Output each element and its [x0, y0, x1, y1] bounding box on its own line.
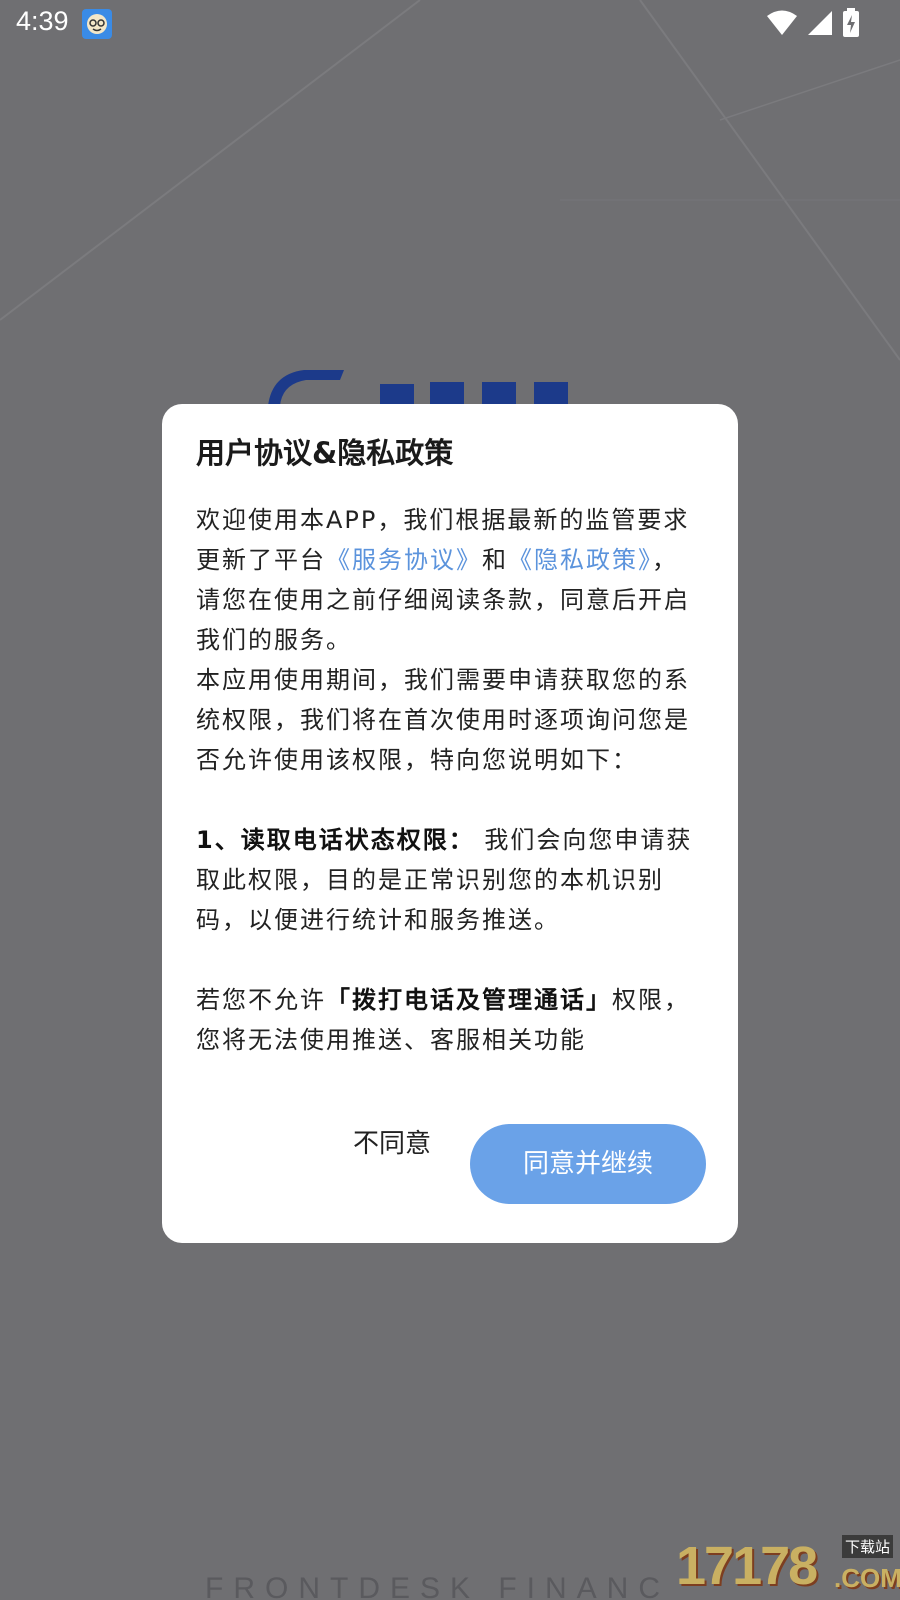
permissions-intro-paragraph: 本应用使用期间，我们需要申请获取您的系统权限，我们将在首次使用时逐项询问您是否允…	[196, 666, 690, 774]
call-permission-text-a: 若您不允许	[196, 986, 326, 1014]
watermark-site-label: 下载站	[842, 1535, 894, 1558]
call-permission-title: 「拨打电话及管理通话」	[326, 986, 612, 1014]
intro-paragraph: 欢迎使用本APP，我们根据最新的监管要求更新了平台《服务协议》和《隐私政策》，请…	[196, 500, 696, 660]
status-bar: 4:39	[0, 0, 900, 48]
watermark-number: 17178	[676, 1536, 818, 1596]
dialog-body[interactable]: 欢迎使用本APP，我们根据最新的监管要求更新了平台《服务协议》和《隐私政策》，请…	[196, 500, 696, 1080]
watermark-logo: 17178 下载站 .COM	[676, 1535, 900, 1600]
dialog-title: 用户协议&隐私政策	[196, 436, 454, 470]
background-footer-text: FRONTDESK FINANC	[205, 1572, 671, 1600]
app-notification-icon	[82, 9, 112, 39]
watermark-domain: .COM	[834, 1563, 900, 1593]
background-logo	[268, 370, 568, 410]
privacy-dialog: 用户协议&隐私政策 欢迎使用本APP，我们根据最新的监管要求更新了平台《服务协议…	[162, 404, 738, 1243]
call-permission-paragraph: 若您不允许「拨打电话及管理通话」权限，您将无法使用推送、客服相关功能	[196, 980, 696, 1060]
agree-continue-button[interactable]: 同意并继续	[470, 1124, 706, 1204]
status-icons	[766, 8, 860, 42]
privacy-policy-link[interactable]: 《隐私政策》	[508, 546, 652, 574]
phone-state-permission-paragraph: 1、读取电话状态权限： 我们会向您申请获取此权限，目的是正常识别您的本机识别码，…	[196, 820, 696, 940]
intro-text-b: 和	[482, 546, 508, 574]
phone-state-permission-title: 1、读取电话状态权限：	[196, 826, 475, 854]
battery-charging-icon	[842, 8, 860, 42]
wifi-icon	[766, 9, 798, 41]
service-agreement-link[interactable]: 《服务协议》	[326, 546, 482, 574]
signal-icon	[806, 9, 834, 41]
screen: 4:39 FRONTDESK FINANC 17178 下载站 .COM 用户协…	[0, 0, 900, 1600]
disagree-button[interactable]: 不同意	[332, 1120, 452, 1168]
status-time: 4:39	[16, 6, 69, 36]
